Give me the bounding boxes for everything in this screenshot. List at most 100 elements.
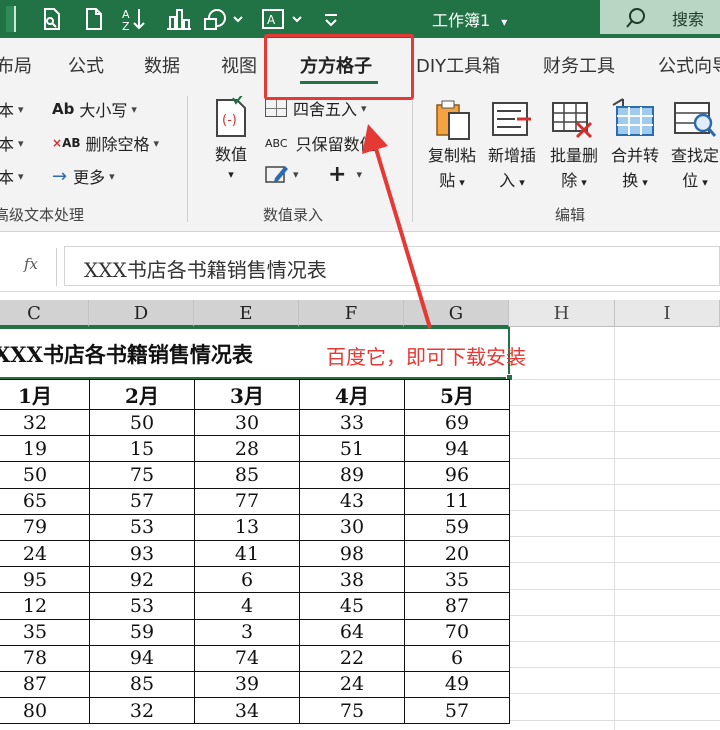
text-left-item-2[interactable]: 本 ▾ bbox=[0, 131, 24, 155]
table-cell[interactable]: 20 bbox=[404, 539, 510, 568]
table-cell[interactable]: 59 bbox=[404, 513, 510, 541]
table-cell[interactable]: 11 bbox=[404, 487, 510, 515]
table-cell[interactable]: 75 bbox=[89, 461, 195, 489]
table-cell[interactable]: 80 bbox=[0, 697, 90, 725]
header-cell[interactable]: 2月 bbox=[89, 379, 195, 410]
tab-layout[interactable]: 布局 bbox=[0, 52, 32, 78]
header-cell[interactable]: 1月 bbox=[0, 379, 90, 410]
table-cell[interactable]: 57 bbox=[89, 487, 195, 515]
column-header-d[interactable]: D bbox=[89, 300, 194, 327]
table-cell[interactable]: 24 bbox=[299, 670, 405, 699]
table-cell[interactable]: 32 bbox=[89, 697, 195, 725]
column-header-e[interactable]: E bbox=[194, 300, 299, 327]
search-box[interactable]: 搜索 bbox=[600, 0, 720, 34]
edit-cell-button[interactable]: ▾ bbox=[265, 164, 299, 184]
table-cell[interactable]: 45 bbox=[299, 592, 405, 620]
text-left-item-3[interactable]: 本 ▾ bbox=[0, 164, 24, 188]
insert-plus-button[interactable]: + ▾ bbox=[328, 162, 362, 187]
remove-spaces-button[interactable]: ×AB 删除空格 ▾ bbox=[52, 131, 159, 155]
header-cell[interactable]: 4月 bbox=[299, 379, 405, 410]
chart-icon[interactable] bbox=[164, 6, 194, 32]
table-cell[interactable]: 3 bbox=[194, 618, 300, 646]
table-cell[interactable]: 89 bbox=[299, 461, 405, 489]
table-cell[interactable]: 24 bbox=[0, 539, 90, 568]
table-cell[interactable]: 39 bbox=[194, 670, 300, 699]
print-preview-icon[interactable] bbox=[38, 6, 66, 32]
table-cell[interactable]: 87 bbox=[0, 670, 90, 699]
table-cell[interactable]: 22 bbox=[299, 644, 405, 672]
table-cell[interactable]: 74 bbox=[194, 644, 300, 672]
table-cell[interactable]: 77 bbox=[194, 487, 300, 515]
more-button[interactable]: → 更多 ▾ bbox=[52, 164, 115, 188]
table-cell[interactable]: 50 bbox=[0, 461, 90, 489]
table-cell[interactable]: 6 bbox=[404, 644, 510, 672]
tab-view[interactable]: 视图 bbox=[221, 52, 257, 78]
select-icon[interactable]: A bbox=[258, 6, 308, 32]
table-cell[interactable]: 98 bbox=[299, 539, 405, 568]
table-cell[interactable]: 70 bbox=[404, 618, 510, 646]
table-cell[interactable]: 32 bbox=[0, 408, 90, 437]
table-cell[interactable]: 38 bbox=[299, 566, 405, 594]
table-cell[interactable]: 53 bbox=[89, 592, 195, 620]
table-cell[interactable]: 75 bbox=[299, 697, 405, 725]
table-cell[interactable]: 28 bbox=[194, 435, 300, 463]
column-header-h[interactable]: H bbox=[509, 300, 615, 327]
tab-diy-toolbox[interactable]: DIY工具箱 bbox=[416, 52, 500, 78]
table-cell[interactable]: 53 bbox=[89, 513, 195, 541]
header-cell[interactable]: 5月 bbox=[404, 379, 510, 410]
table-cell[interactable]: 79 bbox=[0, 513, 90, 541]
table-cell[interactable]: 57 bbox=[404, 697, 510, 725]
table-cell[interactable]: 94 bbox=[404, 435, 510, 463]
table-cell[interactable]: 15 bbox=[89, 435, 195, 463]
table-cell[interactable]: 87 bbox=[404, 592, 510, 620]
sort-az-icon[interactable]: AZ bbox=[120, 6, 150, 32]
table-cell[interactable]: 33 bbox=[299, 408, 405, 437]
table-cell[interactable]: 51 bbox=[299, 435, 405, 463]
table-cell[interactable]: 13 bbox=[194, 513, 300, 541]
table-cell[interactable]: 96 bbox=[404, 461, 510, 489]
batch-delete-button[interactable]: 批量删 除 ▾ bbox=[546, 143, 602, 195]
partial-icon[interactable] bbox=[0, 6, 22, 32]
keep-values-button[interactable]: ABC 只保留数值 bbox=[265, 131, 376, 155]
tab-data[interactable]: 数据 bbox=[144, 52, 180, 78]
find-locate-button[interactable]: 查找定 位 ▾ bbox=[667, 143, 720, 195]
table-cell[interactable]: 94 bbox=[89, 644, 195, 672]
function-icon[interactable]: fx bbox=[24, 255, 38, 273]
table-cell[interactable]: 85 bbox=[89, 670, 195, 699]
table-cell[interactable]: 19 bbox=[0, 435, 90, 463]
table-cell[interactable]: 59 bbox=[89, 618, 195, 646]
table-cell[interactable]: 6 bbox=[194, 566, 300, 594]
table-cell[interactable]: 34 bbox=[194, 697, 300, 725]
table-cell[interactable]: 92 bbox=[89, 566, 195, 594]
table-cell[interactable]: 30 bbox=[194, 408, 300, 437]
document-title[interactable]: 工作簿1 ▾ bbox=[432, 7, 507, 31]
table-cell[interactable]: 41 bbox=[194, 539, 300, 568]
table-cell[interactable]: 49 bbox=[404, 670, 510, 699]
value-button[interactable]: 数值 ▾ bbox=[203, 142, 259, 183]
tab-finance-tools[interactable]: 财务工具 bbox=[543, 52, 615, 78]
table-cell[interactable]: 69 bbox=[404, 408, 510, 437]
table-cell[interactable]: 78 bbox=[0, 644, 90, 672]
shapes-icon[interactable] bbox=[200, 6, 246, 32]
merge-convert-button[interactable]: 合并转 换 ▾ bbox=[607, 143, 663, 195]
table-cell[interactable]: 35 bbox=[404, 566, 510, 594]
insert-button[interactable]: 新增插 入 ▾ bbox=[484, 143, 540, 195]
table-cell[interactable]: 43 bbox=[299, 487, 405, 515]
case-button[interactable]: Ab 大小写 ▾ bbox=[52, 97, 137, 121]
table-cell[interactable]: 95 bbox=[0, 566, 90, 594]
new-file-icon[interactable] bbox=[80, 6, 108, 32]
table-cell[interactable]: 12 bbox=[0, 592, 90, 620]
table-cell[interactable]: 50 bbox=[89, 408, 195, 437]
table-cell[interactable]: 65 bbox=[0, 487, 90, 515]
table-cell[interactable]: 30 bbox=[299, 513, 405, 541]
table-cell[interactable]: 35 bbox=[0, 618, 90, 646]
text-left-item-1[interactable]: 本 ▾ bbox=[0, 97, 24, 121]
tab-formulas[interactable]: 公式 bbox=[68, 52, 104, 78]
header-cell[interactable]: 3月 bbox=[194, 379, 300, 410]
column-header-i[interactable]: I bbox=[615, 300, 720, 327]
table-cell[interactable]: 64 bbox=[299, 618, 405, 646]
table-cell[interactable]: 93 bbox=[89, 539, 195, 568]
table-cell[interactable]: 4 bbox=[194, 592, 300, 620]
column-header-c[interactable]: C bbox=[0, 300, 89, 327]
tab-formula-wizard[interactable]: 公式向导 bbox=[658, 52, 720, 78]
